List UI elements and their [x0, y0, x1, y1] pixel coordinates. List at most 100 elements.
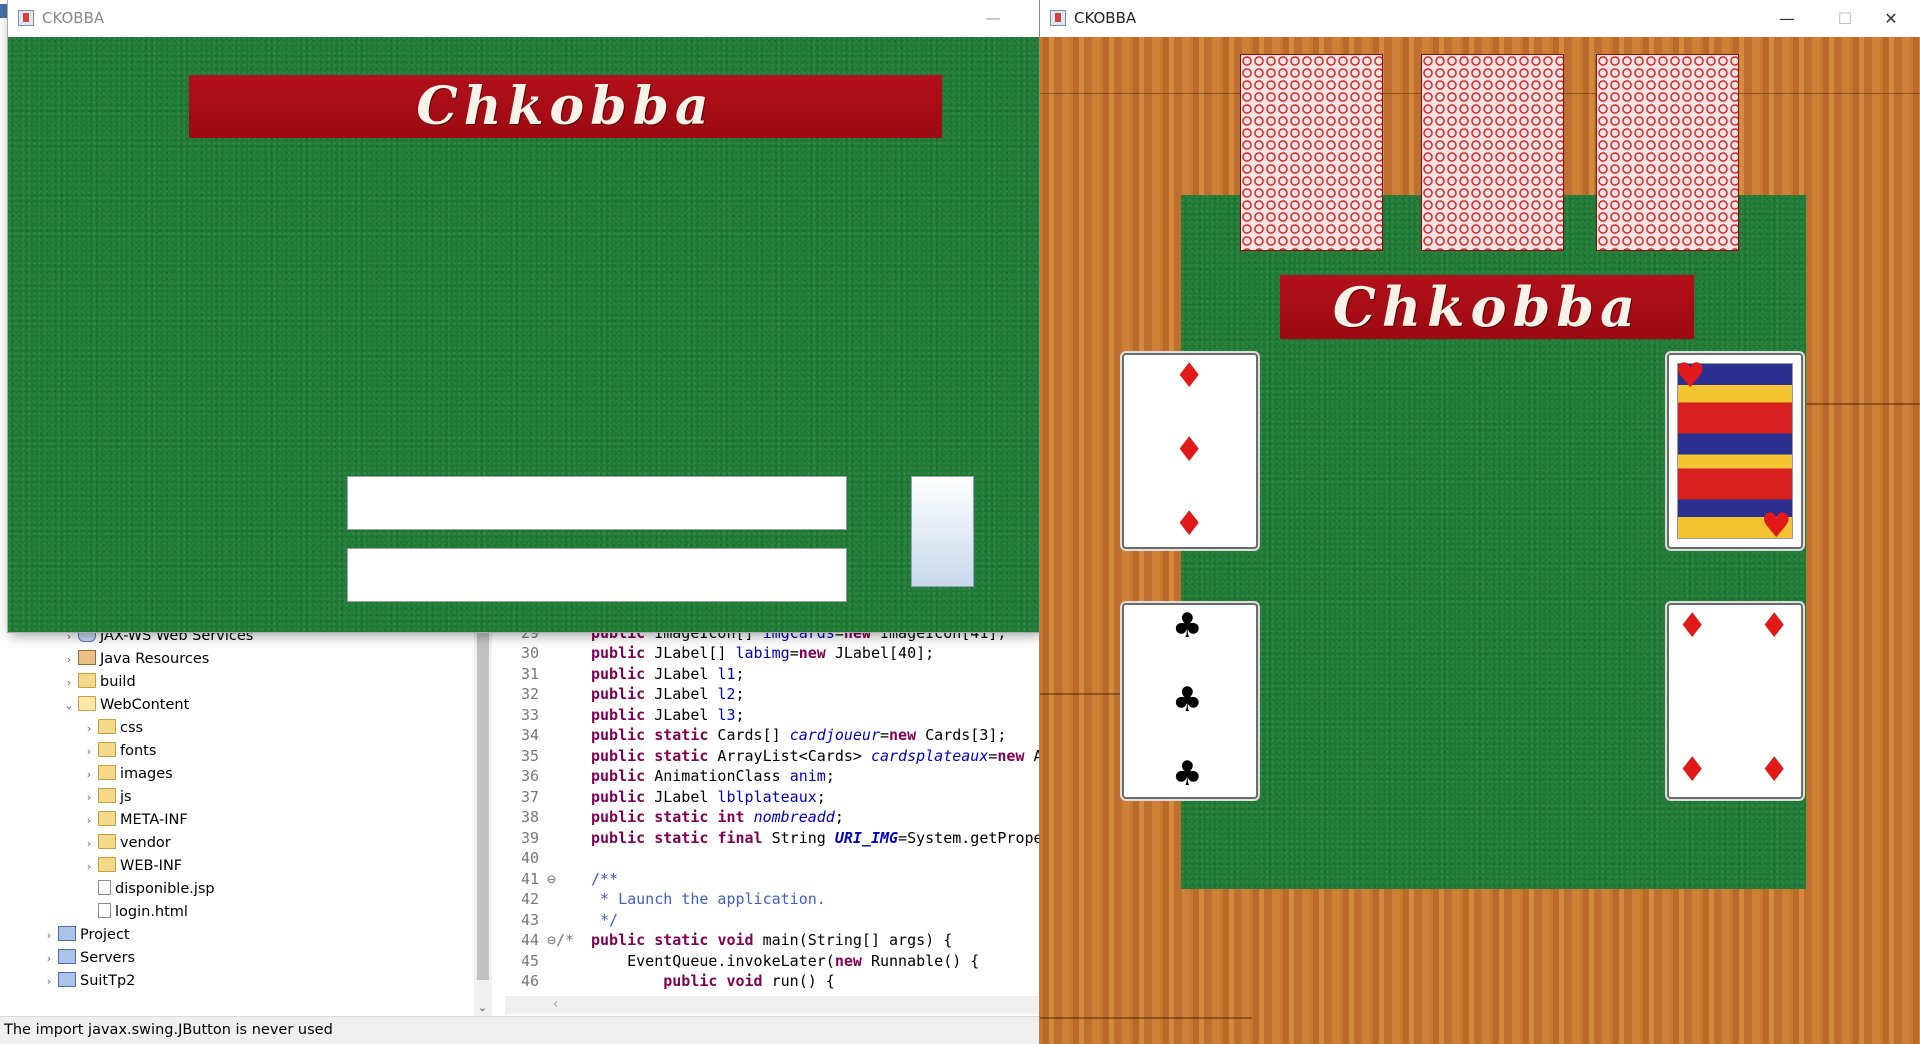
code-line[interactable]: 40 — [505, 848, 1040, 868]
chevron-right-icon[interactable]: › — [62, 672, 76, 694]
close-button[interactable]: ✕ — [1862, 0, 1920, 37]
chevron-right-icon[interactable]: › — [82, 856, 96, 878]
code-line[interactable]: 45 EventQueue.invokeLater(new Runnable()… — [505, 951, 1040, 971]
explorer-scrollbar[interactable]: ⌄ — [474, 612, 492, 1016]
username-input[interactable] — [347, 476, 847, 530]
folder-icon — [98, 765, 116, 780]
scroll-down-arrow-icon[interactable]: ⌄ — [478, 1001, 487, 1014]
tree-item-label: META-INF — [120, 812, 188, 828]
chevron-right-icon[interactable]: › — [82, 718, 96, 740]
logo-text: Chkobba — [1332, 275, 1642, 339]
code-line[interactable]: 31 public JLabel l1; — [505, 664, 1040, 684]
code-text: public JLabel l2; — [591, 685, 745, 703]
table-card-king-hearts[interactable]: ♥ ♥ — [1667, 353, 1803, 549]
folder-icon — [98, 788, 116, 803]
line-number: 35 — [520, 746, 539, 765]
code-line[interactable]: 46 public void run() { — [505, 971, 1040, 991]
tree-item-label: WEB-INF — [120, 858, 183, 874]
code-text: public JLabel lblplateaux; — [591, 787, 826, 806]
line-number: 42 — [520, 890, 539, 908]
tree-item[interactable]: › META-INF — [82, 809, 188, 831]
password-input[interactable] — [347, 548, 847, 602]
tree-item-label: vendor — [120, 835, 171, 851]
table-card-3-diamonds[interactable]: ♦ ♦ ♦ — [1122, 353, 1258, 549]
code-text: public static Cards[] cardjoueur=new Car… — [591, 726, 1007, 744]
tree-item[interactable]: › images — [82, 763, 173, 785]
heart-suit-icon: ♥ — [1675, 356, 1706, 396]
tree-item-label: js — [120, 789, 132, 805]
login-button[interactable] — [911, 476, 974, 587]
code-line[interactable]: 42 * Launch the application. — [505, 889, 1040, 909]
editor-horizontal-scrollbar[interactable]: ‹ — [505, 996, 1040, 1014]
diamond-suit-icon: ♦ — [1759, 606, 1790, 646]
chevron-right-icon[interactable]: › — [82, 764, 96, 786]
scroll-left-arrow-icon[interactable]: ‹ — [553, 997, 558, 1012]
line-number: 32 — [520, 685, 539, 703]
code-line[interactable]: 44 ⊖/* public static void main(String[] ar… — [505, 930, 1040, 950]
tree-item[interactable]: › css — [82, 717, 143, 739]
diamond-suit-icon: ♦ — [1677, 606, 1708, 646]
tree-item[interactable]: › Project — [42, 924, 130, 946]
tree-item[interactable]: › build — [62, 671, 136, 693]
minimize-button[interactable]: — — [1758, 0, 1816, 37]
tree-item[interactable]: › Servers — [42, 947, 135, 969]
login-window-title: CKOBBA — [42, 9, 105, 27]
code-text: public static ArrayList<Cards> cardsplat… — [591, 746, 1040, 765]
tree-item[interactable]: disponible.jsp — [82, 878, 215, 900]
code-line[interactable]: 34 public static Cards[] cardjoueur=new C… — [505, 725, 1040, 745]
chevron-right-icon[interactable]: › — [82, 787, 96, 809]
java-resources-icon — [78, 650, 96, 665]
tree-item-label: css — [120, 720, 144, 736]
code-line[interactable]: 43 */ — [505, 910, 1040, 930]
tree-item-label: SuitTp2 — [80, 973, 136, 989]
login-window-titlebar[interactable]: CKOBBA — — [8, 0, 1040, 37]
tree-item[interactable]: › fonts — [82, 740, 156, 762]
code-line[interactable]: 41 ⊖/** — [505, 869, 1040, 889]
game-window-titlebar[interactable]: CKOBBA — ☐ ✕ — [1040, 0, 1920, 37]
tree-item[interactable]: › Java Resources — [62, 648, 209, 670]
tree-item[interactable]: › SuitTp2 — [42, 970, 135, 992]
code-line[interactable]: 35 public static ArrayList<Cards> cardspl… — [505, 746, 1040, 766]
minimize-button[interactable]: — — [970, 0, 1016, 37]
html-file-icon — [98, 903, 111, 918]
code-editor[interactable]: 28public static ArrayList<Cards> cardsad… — [505, 610, 1040, 996]
code-line[interactable]: 30 public JLabel[] labimg=new JLabel[40]; — [505, 643, 1040, 663]
code-line[interactable]: 36 public AnimationClass anim; — [505, 766, 1040, 786]
project-icon — [58, 972, 76, 987]
line-number: 37 — [520, 787, 539, 806]
chevron-right-icon[interactable]: › — [42, 925, 56, 947]
code-text: public static final String URI_IMG=Syste… — [591, 828, 1040, 847]
heart-suit-icon: ♥ — [1761, 506, 1792, 546]
line-number: 34 — [520, 726, 539, 744]
code-line[interactable]: 39 public static final String URI_IMG=Sys… — [505, 828, 1040, 848]
tree-item[interactable]: › WEB-INF — [82, 855, 182, 877]
code-text: public static int nombreadd; — [591, 808, 844, 826]
chevron-right-icon[interactable]: › — [82, 810, 96, 832]
scrollbar-thumb[interactable] — [477, 620, 489, 980]
table-card-4-diamonds[interactable]: ♦ ♦ ♦ ♦ — [1667, 603, 1803, 799]
code-text: public static void main(String[] args) { — [591, 931, 953, 949]
tree-item-label: disponible.jsp — [115, 881, 215, 897]
chevron-right-icon[interactable]: › — [42, 971, 56, 993]
chevron-right-icon[interactable]: › — [42, 948, 56, 970]
chevron-right-icon[interactable]: › — [82, 741, 96, 763]
chevron-right-icon[interactable]: › — [62, 649, 76, 671]
code-line[interactable]: 33 public JLabel l3; — [505, 705, 1040, 725]
chevron-down-icon[interactable]: ⌄ — [62, 695, 76, 717]
tree-item[interactable]: › vendor — [82, 832, 171, 854]
tree-item[interactable]: ⌄ WebContent — [62, 694, 189, 716]
java-app-icon — [18, 10, 34, 26]
code-line[interactable]: 37 public JLabel lblplateaux; — [505, 787, 1040, 807]
tree-item[interactable]: › js — [82, 786, 132, 808]
table-card-3-clubs[interactable]: ♣ ♣ ♣ — [1122, 603, 1258, 799]
line-number: 43 — [520, 910, 539, 929]
tree-item[interactable]: login.html — [82, 901, 188, 923]
code-line[interactable]: 38 public static int nombreadd; — [505, 807, 1040, 827]
code-line[interactable]: 32 public JLabel l2; — [505, 684, 1040, 704]
fold-marker[interactable]: ⊖ — [547, 869, 591, 889]
chevron-right-icon[interactable]: › — [82, 833, 96, 855]
fold-marker[interactable]: ⊖/* — [547, 930, 591, 950]
line-number: 44 — [520, 931, 539, 949]
code-text: EventQueue.invokeLater(new Runnable() { — [591, 951, 980, 970]
diamond-suit-icon: ♦ — [1759, 750, 1790, 790]
